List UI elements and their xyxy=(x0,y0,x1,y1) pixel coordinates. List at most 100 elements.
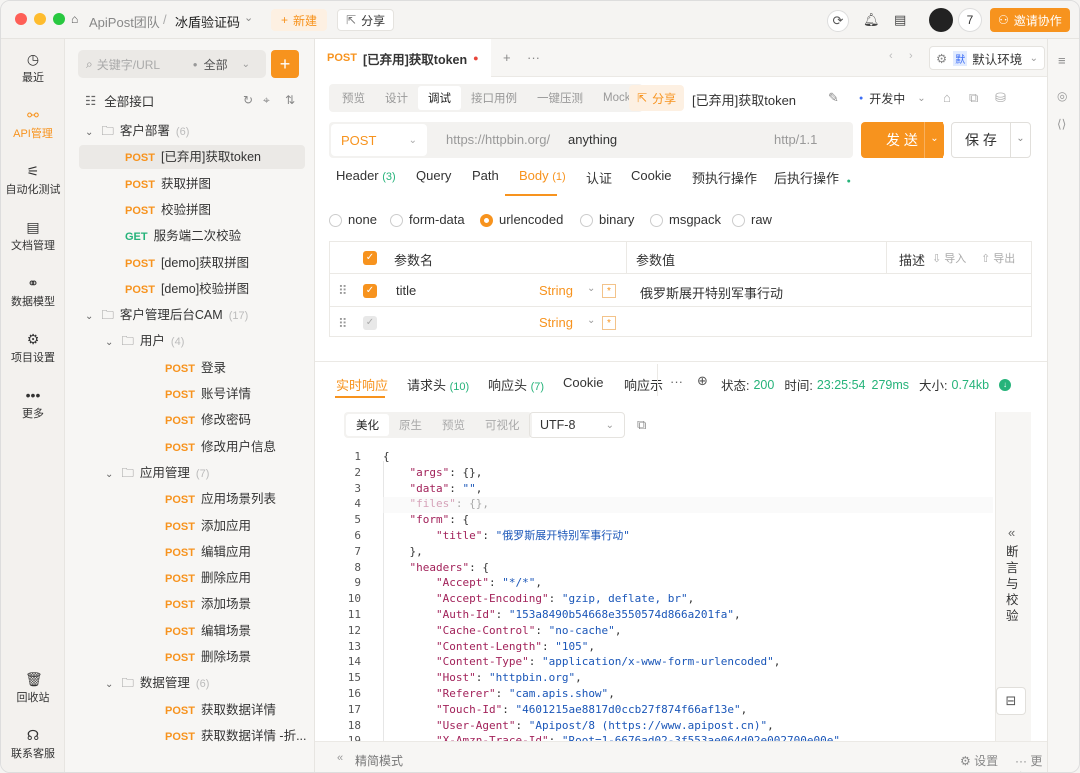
chevron-down-icon[interactable]: ⌄ xyxy=(105,679,113,690)
globe-icon[interactable]: ⊕ xyxy=(697,373,708,389)
chevron-down-icon[interactable]: ⌄ xyxy=(85,311,93,322)
response-tab[interactable]: 请求头 (10) xyxy=(407,375,469,394)
new-tab-icon[interactable]: + xyxy=(503,50,511,65)
radio-circle[interactable] xyxy=(329,214,342,228)
response-body-viewer[interactable]: 1{2 "args": {},3 "data": "",4 "files": {… xyxy=(325,449,995,741)
chevron-down-icon[interactable]: ⌄ xyxy=(587,283,595,294)
lock-icon[interactable]: ⌂ xyxy=(943,90,951,105)
member-count-badge[interactable]: 7 xyxy=(958,8,982,32)
document-icon[interactable]: ▤ xyxy=(894,12,906,28)
param-value-input[interactable]: 俄罗斯展开特别军事行动 xyxy=(640,283,783,302)
hide-icon[interactable]: ◎ xyxy=(1057,89,1067,103)
tree-api-item[interactable]: POST 删除场景 xyxy=(165,645,251,669)
tree-api-item[interactable]: POST 修改用户信息 xyxy=(165,435,276,459)
column-divider[interactable] xyxy=(886,242,887,274)
request-tab[interactable]: Path xyxy=(472,168,499,183)
more-tabs-icon[interactable]: ··· xyxy=(527,50,540,65)
tree-api-item[interactable]: POST 获取拼图 xyxy=(125,172,211,196)
request-tab[interactable]: Query xyxy=(416,168,451,183)
protocol-select[interactable]: http/1.1 xyxy=(774,132,817,147)
edit-icon[interactable]: ✎ xyxy=(828,90,839,106)
tree-api-item[interactable]: POST 添加场景 xyxy=(165,592,251,616)
save-button[interactable]: 保 存 ⌄ xyxy=(951,122,1031,158)
mode-tab[interactable]: 接口用例 xyxy=(461,86,527,110)
request-tab[interactable]: Cookie xyxy=(631,168,671,183)
collapse-icon[interactable]: ⇅ xyxy=(285,93,295,107)
view-mode-tab[interactable]: 美化 xyxy=(346,414,389,436)
required-toggle[interactable]: * xyxy=(602,316,616,330)
team-name[interactable]: ApiPost团队 xyxy=(89,12,160,31)
body-type-radio[interactable]: raw xyxy=(732,212,772,228)
search-box[interactable]: ⌕ 关键字/URL ● 全部 ⌄ xyxy=(78,50,266,78)
radio-circle[interactable] xyxy=(580,214,593,228)
tree-api-item[interactable]: POST 应用场景列表 xyxy=(165,487,276,511)
chevron-down-icon[interactable]: ⌄ xyxy=(85,127,93,138)
mode-tab[interactable]: 调试 xyxy=(418,86,461,110)
tree-api-item[interactable]: GET 服务端二次校验 xyxy=(125,224,241,248)
url-input[interactable]: anything xyxy=(568,132,617,147)
save-draft-icon[interactable]: ⛁ xyxy=(995,90,1006,106)
simple-mode-toggle[interactable]: 精简模式 xyxy=(355,752,403,769)
more-tabs-icon[interactable]: ··· xyxy=(670,374,683,389)
filter-select[interactable]: 全部 xyxy=(204,56,228,73)
body-type-radio[interactable]: form-data xyxy=(390,212,465,228)
mode-tab[interactable]: 预览 xyxy=(332,86,375,110)
radio-circle[interactable] xyxy=(732,214,745,228)
tree-api-item[interactable]: POST 添加应用 xyxy=(165,514,251,538)
tab-active[interactable]: POST [已弃用]获取token ● xyxy=(315,39,491,77)
project-name[interactable]: 冰盾验证码 xyxy=(175,12,240,31)
chevron-down-icon[interactable]: ⌄ xyxy=(105,469,113,480)
new-button[interactable]: + 新建 xyxy=(271,9,328,31)
code-icon[interactable]: ⟨⟩ xyxy=(1057,117,1066,131)
tree-folder[interactable]: ⌄ 🗀︎ 客户管理后台CAM (17) xyxy=(85,303,248,327)
tree-folder[interactable]: ⌄ 🗀︎ 数据管理 (6) xyxy=(105,671,209,695)
response-tab[interactable]: 响应头 (7) xyxy=(488,375,544,394)
tree-folder[interactable]: ⌄ 🗀︎ 客户部署 (6) xyxy=(85,119,189,143)
export-button[interactable]: ⇧ 导出 xyxy=(981,250,1015,266)
chevron-down-icon[interactable]: ⌄ xyxy=(1009,123,1030,157)
rail-item-support[interactable]: ☊ 联系客服 xyxy=(1,727,65,761)
tree-api-item[interactable]: POST 修改密码 xyxy=(165,408,251,432)
body-type-radio[interactable]: none xyxy=(329,212,377,228)
rail-item-settings[interactable]: ⚙ 项目设置 xyxy=(1,331,65,365)
download-icon[interactable]: ↓ xyxy=(999,378,1012,391)
tree-api-item[interactable]: POST 删除应用 xyxy=(165,566,251,590)
tree-api-item[interactable]: POST 账号详情 xyxy=(165,382,251,406)
rail-item-recent[interactable]: ◷ 最近 xyxy=(1,51,65,85)
mode-tab[interactable]: 设计 xyxy=(375,86,418,110)
chevron-down-icon[interactable]: ⌄ xyxy=(244,11,253,24)
env-select[interactable]: ⚙ 默 默认环境 ⌄ xyxy=(929,46,1045,70)
tree-api-item[interactable]: POST [demo]获取拼图 xyxy=(125,251,249,275)
status-select[interactable]: ● 开发中 ⌄ xyxy=(859,90,926,107)
tree-api-item[interactable]: POST [demo]校验拼图 xyxy=(125,277,249,301)
tree-api-item[interactable]: POST 校验拼图 xyxy=(125,198,211,222)
minimize-window-button[interactable] xyxy=(34,13,46,25)
tree-api-item[interactable]: POST 获取数据详情 xyxy=(165,698,276,722)
menu-icon[interactable]: ≡ xyxy=(1058,53,1066,68)
body-type-radio[interactable]: msgpack xyxy=(650,212,721,228)
drag-handle-icon[interactable]: ⠿ xyxy=(338,283,348,299)
drag-handle-icon[interactable]: ⠿ xyxy=(338,316,348,332)
copy-icon[interactable]: ⧉ xyxy=(969,90,978,106)
required-toggle[interactable]: * xyxy=(602,284,616,298)
more-button[interactable]: ··· 更多 xyxy=(1015,752,1047,772)
param-type-select[interactable]: String xyxy=(539,283,573,298)
share-button[interactable]: ⇱ 分享 xyxy=(337,9,395,31)
rail-item-model[interactable]: ⚭ 数据模型 xyxy=(1,275,65,309)
tree-folder[interactable]: ⌄ 🗀︎ 应用管理 (7) xyxy=(105,461,209,485)
tree-folder[interactable]: ⌄ 🗀︎ 用户 (4) xyxy=(105,329,184,353)
tree-api-item[interactable]: POST 登录 xyxy=(165,356,226,380)
tree-api-item[interactable]: POST [已弃用]获取token xyxy=(79,145,305,170)
rail-item-more[interactable]: ••• 更多 xyxy=(1,387,65,421)
layout-icon[interactable]: ⊟ xyxy=(996,687,1026,715)
method-select[interactable]: POST ⌄ xyxy=(331,124,427,156)
row-checkbox[interactable]: ✓ xyxy=(363,316,377,330)
chevron-left-icon[interactable]: ‹ xyxy=(889,50,893,62)
view-mode-tab[interactable]: 可视化 xyxy=(475,414,530,436)
response-tab[interactable]: 实时响应 xyxy=(336,375,388,394)
maximize-window-button[interactable] xyxy=(53,13,65,25)
request-tab[interactable]: 预执行操作 xyxy=(692,168,757,187)
row-checkbox[interactable]: ✓ xyxy=(363,284,377,298)
request-tab[interactable]: Header (3) xyxy=(336,168,396,183)
chevron-double-left-icon[interactable]: « xyxy=(337,752,343,764)
